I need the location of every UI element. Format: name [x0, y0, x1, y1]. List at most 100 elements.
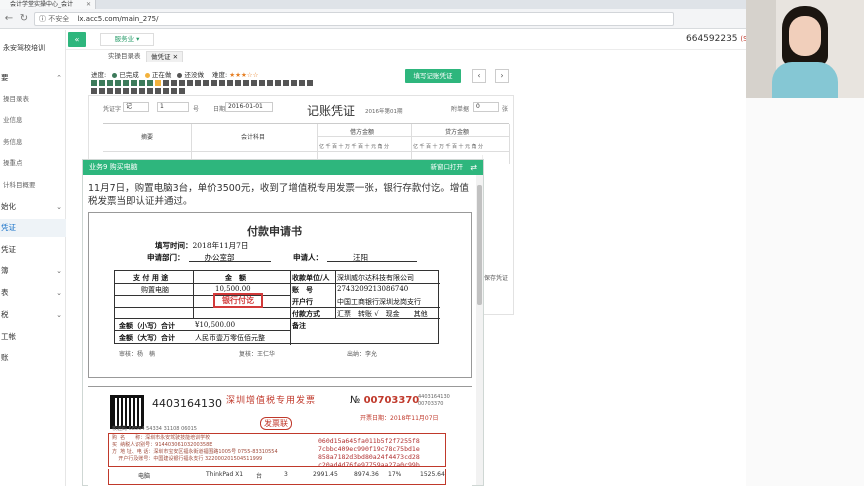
sidebar-item-tax[interactable]: 税 ⌄	[0, 306, 66, 324]
business-status-square[interactable]	[171, 80, 177, 86]
col-account: 会计科目	[241, 134, 266, 141]
business-status-square[interactable]	[131, 80, 137, 86]
tab-voucher[interactable]: 做凭证 ✕	[146, 51, 184, 62]
business-status-square[interactable]	[227, 80, 233, 86]
item-amount: 8974.36	[354, 471, 379, 478]
business-status-square[interactable]	[171, 88, 177, 94]
business-status-square[interactable]	[163, 88, 169, 94]
business-status-square[interactable]	[267, 80, 273, 86]
close-icon[interactable]: ✕	[86, 0, 91, 9]
business-status-square[interactable]	[139, 80, 145, 86]
sidebar-item-business-info[interactable]: 务信息	[0, 133, 66, 151]
business-status-square[interactable]	[187, 80, 193, 86]
attach-input[interactable]: 0	[473, 102, 499, 112]
business-status-square[interactable]	[299, 80, 305, 86]
invoice-no-label: №	[350, 395, 361, 406]
sidebar-item-overview[interactable]: 要 ⌃	[0, 69, 66, 87]
business-status-square[interactable]	[163, 80, 169, 86]
qr-code-icon	[110, 395, 144, 429]
business-status-square[interactable]	[179, 80, 185, 86]
sidebar-item-account-book[interactable]: 账	[0, 349, 66, 367]
business-status-square[interactable]	[115, 80, 121, 86]
sidebar-item-reports[interactable]: 表 ⌄	[0, 284, 66, 302]
business-status-square[interactable]	[91, 88, 97, 94]
fill-time: 填写时间：2018年11月7日	[155, 240, 248, 251]
business-status-square[interactable]	[283, 80, 289, 86]
back-icon[interactable]: ←	[2, 12, 16, 26]
business-status-square[interactable]	[139, 88, 145, 94]
business-status-square[interactable]	[107, 88, 113, 94]
business-status-square[interactable]	[107, 80, 113, 86]
business-status-square[interactable]	[147, 88, 153, 94]
business-status-square[interactable]	[211, 80, 217, 86]
prev-arrow-icon[interactable]: ‹	[472, 69, 486, 83]
business-status-square[interactable]	[147, 80, 153, 86]
collapse-sidebar-button[interactable]: «	[68, 32, 86, 47]
sidebar-item-label: 计科目概要	[3, 181, 36, 189]
business-status-square[interactable]	[155, 88, 161, 94]
business-status-square[interactable]	[307, 80, 313, 86]
business-status-square[interactable]	[219, 80, 225, 86]
sidebar-item-catalog[interactable]: 操目录表	[0, 90, 66, 108]
business-status-square[interactable]	[155, 80, 161, 86]
sidebar-item-key-points[interactable]: 操重点	[0, 154, 66, 172]
business-status-square[interactable]	[243, 80, 249, 86]
tab-catalog[interactable]: 实操目录表	[104, 51, 145, 62]
fill-voucher-button[interactable]: 填写记账凭证	[405, 69, 461, 83]
business-status-square[interactable]	[91, 80, 97, 86]
swap-icon[interactable]: ⇄	[470, 160, 477, 175]
invoice-copy-label: 发票联	[260, 417, 292, 430]
business-status-square[interactable]	[291, 80, 297, 86]
industry-select[interactable]: 服务业 ▾	[100, 33, 154, 46]
business-status-square[interactable]	[251, 80, 257, 86]
date-input[interactable]: 2016-01-01	[225, 102, 273, 112]
divider	[335, 271, 336, 318]
business-status-square[interactable]	[115, 88, 121, 94]
browser-tab[interactable]: 会计学堂实操中心_会计 ✕	[0, 0, 96, 9]
chevron-down-icon: ⌄	[56, 311, 62, 319]
sidebar-item-voucher-review[interactable]: 凭证	[0, 241, 66, 259]
progress-label: 进度:	[91, 71, 107, 79]
sidebar-item-voucher-fill[interactable]: 凭证	[0, 219, 66, 237]
voucher-word-select[interactable]: 记	[123, 102, 149, 112]
business-status-square[interactable]	[123, 88, 129, 94]
sidebar-item-manual-ledger[interactable]: 工帐	[0, 328, 66, 346]
business-status-square[interactable]	[235, 80, 241, 86]
next-arrow-icon[interactable]: ›	[495, 69, 509, 83]
business-status-square[interactable]	[203, 80, 209, 86]
address-bar[interactable]: ⓘ 不安全 lx.acc5.com/main_275/	[34, 12, 674, 26]
insecure-label: 不安全	[48, 15, 70, 23]
sidebar-item-init[interactable]: 始化 ⌄	[0, 198, 66, 216]
col-use: 支 付 用 途	[133, 273, 169, 282]
business-status-square[interactable]	[259, 80, 265, 86]
business-status-square[interactable]	[99, 88, 105, 94]
close-icon[interactable]: ✕	[173, 53, 178, 61]
sidebar-item-label: 凭证	[1, 223, 16, 232]
dept-label: 申请部门：	[147, 253, 185, 262]
divider	[290, 271, 291, 345]
voucher-number-input[interactable]: 1	[157, 102, 189, 112]
divider	[115, 307, 440, 308]
fill-time-label: 填写时间：	[155, 241, 193, 250]
voucher-period: 2016年第01期	[365, 109, 403, 115]
business-status-square[interactable]	[195, 80, 201, 86]
scrollbar-thumb[interactable]	[477, 185, 482, 305]
sidebar-item-ledger[interactable]: 簿 ⌄	[0, 262, 66, 280]
presenter-body	[772, 62, 838, 98]
business-status-square[interactable]	[275, 80, 281, 86]
reviewer: 复核：王仁华	[239, 351, 276, 358]
save-voucher-link[interactable]: 保存凭证	[484, 273, 508, 282]
sidebar-item-company-info[interactable]: 业信息	[0, 111, 66, 129]
method-value: 汇票 转账 √ 现金 其他	[337, 310, 428, 318]
sidebar-item-accounts[interactable]: 计科目概要	[0, 176, 66, 194]
business-status-square[interactable]	[99, 80, 105, 86]
task-scrollbar[interactable]	[476, 175, 483, 485]
business-status-square[interactable]	[123, 80, 129, 86]
col-credit: 贷方金额	[445, 129, 470, 136]
business-status-square[interactable]	[131, 88, 137, 94]
col-amount: 金 额	[225, 273, 246, 282]
voucher-title: 记账凭证	[307, 104, 356, 118]
open-new-window-link[interactable]: 新窗口打开	[431, 160, 464, 175]
refresh-icon[interactable]: ↻	[17, 12, 31, 26]
business-status-square[interactable]	[179, 88, 185, 94]
